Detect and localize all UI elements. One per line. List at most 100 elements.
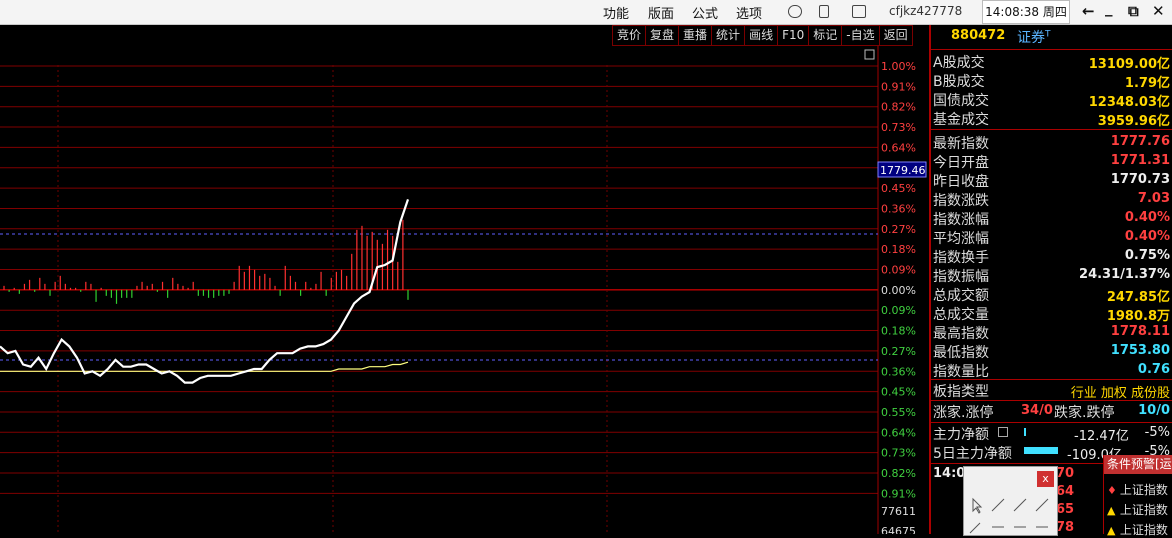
tool-back[interactable]: 返回 <box>879 25 913 46</box>
alert-item[interactable]: ♦ 上证指数 <box>1107 481 1168 498</box>
down-label: 跌家.跌停 <box>1054 405 1115 421</box>
divider <box>931 400 1172 401</box>
price-axis-label: 0.64% <box>881 426 916 439</box>
tool-replay[interactable]: 重播 <box>679 25 713 46</box>
stat-row: 昨日收盘 1770.73 <box>931 171 1172 190</box>
market-label: 国债成交 <box>933 93 989 109</box>
index-code: 880472 <box>951 28 1006 43</box>
menu-formula[interactable]: 公式 <box>692 3 718 22</box>
market-value: 1.79亿 <box>1124 76 1170 91</box>
divider <box>931 379 1172 380</box>
line-tool-icon[interactable] <box>991 498 1005 512</box>
ray-tool-icon[interactable] <box>1013 498 1027 512</box>
stat-row: 指数量比 0.76 <box>931 361 1172 380</box>
stat-value: 1778.11 <box>1110 324 1170 339</box>
segment-tool-icon[interactable] <box>1035 498 1049 512</box>
price-axis-label: 0.18% <box>881 243 916 256</box>
intraday-chart[interactable]: 1.00% 0.91% 0.82% 0.73% 0.64% 0.55% 0.45% 0.36%… <box>0 25 929 534</box>
market-value: 13109.00亿 <box>1088 57 1170 72</box>
average-line <box>0 361 409 372</box>
updown-row: 涨家.涨停 34/0 跌家.跌停 10/0 <box>931 402 1172 421</box>
stat-value: 0.76 <box>1137 362 1170 377</box>
minimize-icon[interactable]: _ <box>1105 0 1113 17</box>
list-icon[interactable] <box>998 427 1008 437</box>
top-menu-bar: 功能 版面 公式 选项 cfjkz427778 14:08:38 周四 ← _ … <box>0 0 1172 25</box>
tool-bidding[interactable]: 竞价 <box>612 25 647 46</box>
back-arrow-icon[interactable]: ← <box>1082 2 1095 20</box>
menu-layout[interactable]: 版面 <box>648 3 674 22</box>
condition-alert-panel: 条件预警[运 ♦ 上证指数 ▲ 上证指数 ▲ 上证指数 <box>1103 455 1172 537</box>
stat-label: 平均涨幅 <box>933 231 989 247</box>
price-axis-label: 0.64% <box>881 141 916 154</box>
stat-label: 指数涨跌 <box>933 193 989 209</box>
stat-label: 指数振幅 <box>933 269 989 285</box>
up-arrow-icon: ▲ <box>1107 504 1116 517</box>
flow-pct: -5% <box>1144 425 1170 440</box>
bell-icon: ♦ <box>1107 484 1117 497</box>
down-value: 10/0 <box>1138 403 1170 418</box>
stat-row: 最低指数 1753.80 <box>931 342 1172 361</box>
tool-f10[interactable]: F10 <box>778 25 810 46</box>
pointer-tool-icon[interactable] <box>972 497 983 514</box>
stat-value: 7.03 <box>1137 191 1170 206</box>
restore-icon[interactable]: ⧉ <box>1128 2 1139 20</box>
tick-value: 65 <box>1056 502 1075 517</box>
price-axis-label: 0.82% <box>881 467 916 480</box>
stat-label: 总成交量 <box>933 307 989 323</box>
market-row: B股成交 1.79亿 <box>931 71 1172 91</box>
alert-item-label: 上证指数 <box>1119 523 1168 537</box>
volume-axis-label: 77611 <box>881 505 916 518</box>
refresh-icon[interactable] <box>788 5 802 18</box>
stat-label: 指数涨幅 <box>933 212 989 228</box>
stat-row: 指数涨跌 7.03 <box>931 190 1172 209</box>
stat-row: 指数振幅 24.31/1.37% <box>931 266 1172 285</box>
stat-label: 今日开盘 <box>933 155 989 171</box>
phone-icon[interactable] <box>819 5 829 18</box>
close-icon[interactable]: ✕ <box>1152 2 1165 20</box>
tool-remove-watch[interactable]: -自选 <box>842 25 880 46</box>
username[interactable]: cfjkz427778 <box>889 4 962 18</box>
stat-row: 最高指数 1778.11 <box>931 323 1172 342</box>
stat-label: 最新指数 <box>933 136 989 152</box>
clock: 14:08:38 周四 <box>982 0 1070 24</box>
price-axis-label: 0.91% <box>881 80 916 93</box>
price-axis-label: 1.00% <box>881 60 916 73</box>
tool-mark[interactable]: 标记 <box>809 25 843 46</box>
drawing-tools-popup: x <box>963 466 1058 536</box>
alert-item[interactable]: ▲ 上证指数 <box>1107 501 1168 518</box>
type-value[interactable]: 行业 加权 成份股 <box>1071 382 1170 401</box>
market-label: A股成交 <box>933 55 985 71</box>
alert-item-label: 上证指数 <box>1119 503 1168 517</box>
current-price-label: 1779.46 <box>880 164 926 177</box>
stat-value: 1777.76 <box>1110 134 1170 149</box>
alert-item[interactable]: ▲ 上证指数 <box>1107 521 1168 538</box>
trend-tool-icon[interactable] <box>969 522 981 534</box>
flow-bar <box>1024 428 1026 436</box>
type-label: 板指类型 <box>933 384 989 400</box>
stat-label: 指数量比 <box>933 364 989 380</box>
stat-label: 最高指数 <box>933 326 989 342</box>
price-axis-label: 0.91% <box>881 487 916 500</box>
alert-title[interactable]: 条件预警[运 <box>1104 455 1172 474</box>
tool-review[interactable]: 复盘 <box>646 25 680 46</box>
price-axis-label: 0.36% <box>881 202 916 215</box>
stat-value: 24.31/1.37% <box>1079 267 1170 282</box>
tool-draw[interactable]: 画线 <box>745 25 779 46</box>
market-row: 基金成交 3959.96亿 <box>931 109 1172 129</box>
mail-icon[interactable] <box>852 5 866 18</box>
price-axis-label: 0.73% <box>881 121 916 134</box>
stat-row: 总成交额 247.85亿 <box>931 285 1172 305</box>
stat-label: 指数换手 <box>933 250 989 266</box>
market-value: 3959.96亿 <box>1097 114 1170 129</box>
price-axis-label: 0.45% <box>881 386 916 399</box>
tick-value: 64 <box>1056 484 1075 499</box>
price-axis-label: 0.09% <box>881 304 916 317</box>
drawing-tools-grid <box>969 497 1049 534</box>
stat-value: 1770.73 <box>1110 172 1170 187</box>
price-axis-label: 0.36% <box>881 365 916 378</box>
menu-function[interactable]: 功能 <box>603 3 629 22</box>
stat-row: 总成交量 1980.8万 <box>931 304 1172 324</box>
tool-stats[interactable]: 统计 <box>712 25 746 46</box>
menu-options[interactable]: 选项 <box>736 3 762 22</box>
alert-item-label: 上证指数 <box>1119 483 1168 497</box>
